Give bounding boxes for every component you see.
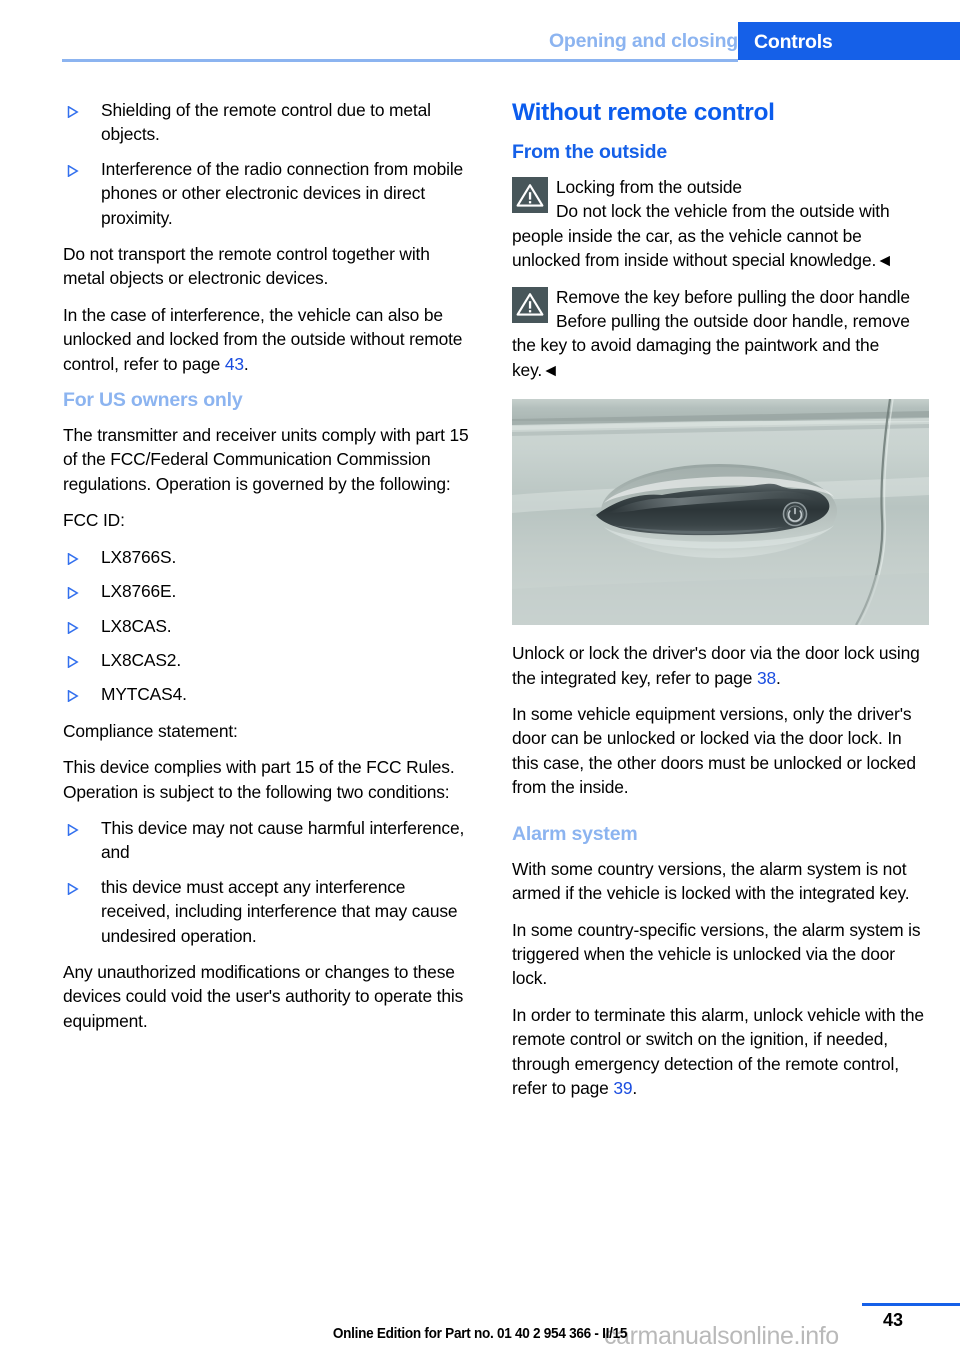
edition-footer-text: Online Edition for Part no. 01 40 2 954 … [332,1326,628,1342]
paragraph-interference-text: In the case of interference, the vehicle… [63,304,463,374]
warning-triangle-icon [512,286,548,323]
paragraph-unlock-tail: . [776,667,781,688]
conditions-list: This device may not cause harmful interf… [63,816,475,948]
list-item: LX8766E. [63,579,475,603]
list-item-label: MYTCAS4. [101,684,187,705]
list-item: This device may not cause harmful interf… [63,816,475,865]
list-item: Interference of the radio connection fro… [63,157,475,230]
list-item-label: LX8766E. [101,581,177,602]
header-chapter-title: Opening and closing [548,30,738,52]
warning-locking-from-outside: Locking from the outside Do not lock the… [512,175,924,273]
paragraph-unauthorized-modifications: Any unauthorized modifications or change… [63,961,464,1031]
warning-body: Before pulling the outside door handle, … [512,311,910,380]
warning-triangle-icon [512,177,548,213]
left-text-column: Shielding of the remote control due to m… [63,98,475,1033]
heading-us-owners-only: For US owners only [63,389,243,412]
footer-divider-rule [862,1303,960,1306]
right-text-column: Without remote control From the outside … [512,98,929,1101]
paragraph-unlock-driver-door: Unlock or lock the driver's door via the… [512,641,924,690]
heading-alarm-system: Alarm system [512,822,638,845]
list-item-label: Interference of the radio connection fro… [101,158,464,228]
label-compliance-statement: Compliance statement: [63,720,238,741]
heading-from-the-outside: From the outside [512,141,667,163]
page-reference-link[interactable]: 43 [225,354,244,374]
warning-title: Locking from the outside [556,177,742,197]
page-reference-link[interactable]: 39 [613,1078,632,1098]
car-door-handle-photo [512,399,929,626]
list-item: LX8766S. [63,545,475,569]
header-divider-rule [62,59,738,62]
warning-remove-key: Remove the key before pulling the door h… [512,285,924,383]
heading-without-remote-control: Without remote control [512,99,775,126]
label-fcc-id: FCC ID: [63,510,125,531]
list-item-label: This device may not cause harmful interf… [101,817,465,863]
fcc-id-list: LX8766S. LX8766E. LX8CAS. LX8CAS2. MYTCA… [63,545,475,707]
paragraph-transport: Do not transport the remote control toge… [63,244,430,289]
paragraph-alarm-3-tail: . [632,1077,638,1098]
paragraph-alarm-3-text: In order to terminate this alarm, unlock… [512,1004,924,1098]
paragraph-transmitter: The transmitter and receiver units compl… [63,425,469,494]
paragraph-unlock-text: Unlock or lock the driver's door via the… [512,643,920,688]
paragraph-equipment-versions: In some vehicle equipment versions, only… [512,704,916,798]
list-item-label: LX8766S. [101,546,177,567]
list-item: LX8CAS. [63,614,475,638]
list-item-label: this device must accept any interference… [101,876,458,946]
header-section-label: Controls [754,31,833,53]
interference-bullet-list: Shielding of the remote control due to m… [63,98,475,230]
paragraph-interference: In the case of interference, the vehicle… [63,303,475,376]
paragraph-device-complies: This device complies with part 15 of the… [63,757,455,802]
page-reference-link[interactable]: 38 [757,668,776,688]
page-header: Opening and closing Controls [0,0,960,62]
paragraph-alarm-3: In order to terminate this alarm, unlock… [512,1003,924,1101]
list-item-label: LX8CAS2. [101,649,182,670]
paragraph-alarm-1: With some country versions, the alarm sy… [512,858,910,904]
warning-body: Do not lock the vehicle from the outside… [512,201,894,271]
header-section-tab: Controls [738,22,960,60]
paragraph-interference-tail: . [243,353,249,374]
list-item: LX8CAS2. [63,648,475,672]
warning-title: Remove the key before pulling the door h… [556,286,910,307]
list-item-label: LX8CAS. [101,615,172,636]
paragraph-alarm-2: In some country-specific versions, the a… [512,919,921,989]
list-item-label: Shielding of the remote control due to m… [101,100,431,145]
list-item: Shielding of the remote control due to m… [63,98,475,147]
list-item: this device must accept any interference… [63,875,475,948]
list-item: MYTCAS4. [63,682,475,706]
